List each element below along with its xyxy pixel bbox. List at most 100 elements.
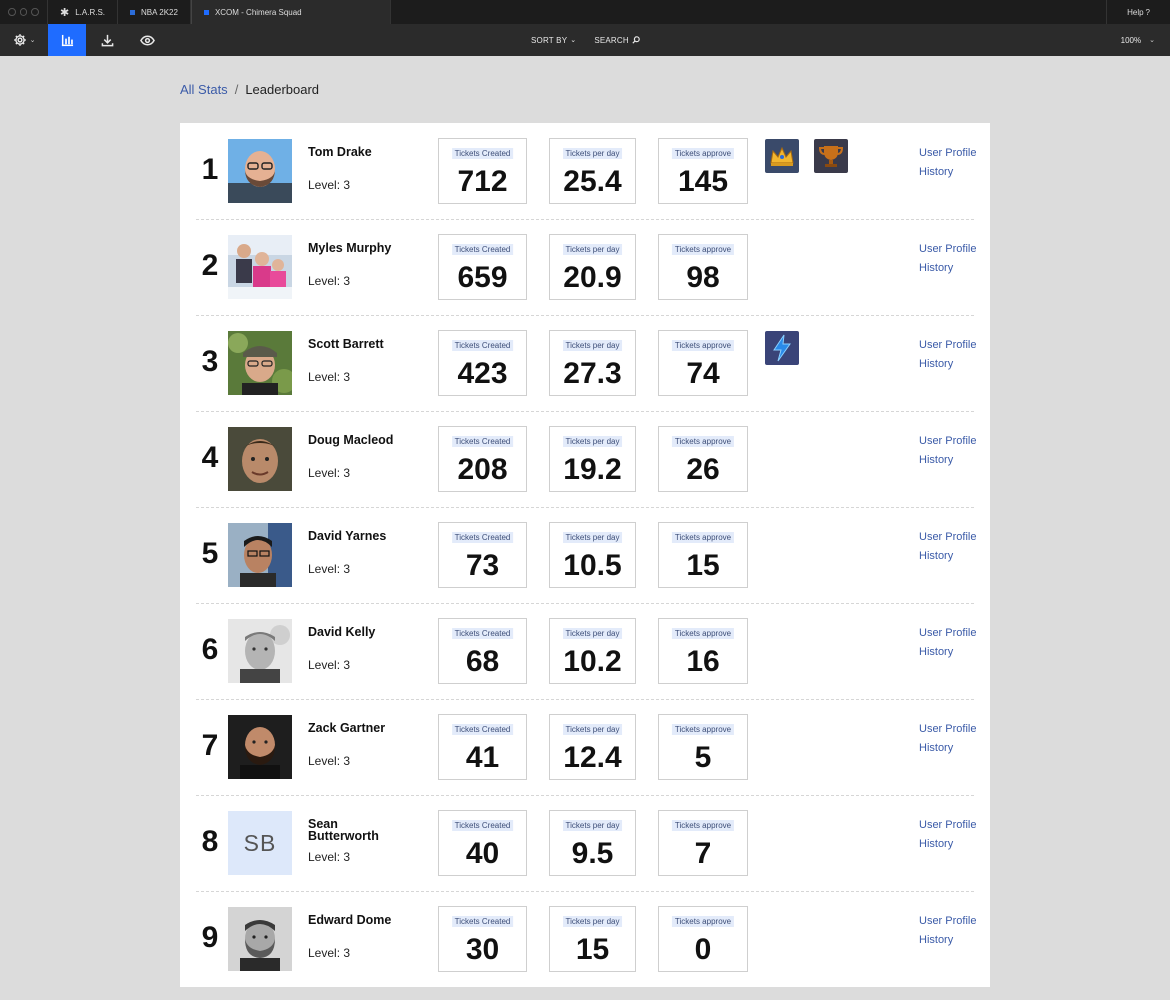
close-window-button[interactable] (8, 8, 16, 16)
stat-card: Tickets per day 15 (549, 906, 636, 972)
row-links: User Profile History (919, 723, 976, 754)
avatar (228, 715, 292, 779)
leaderboard-row: 8 SB Sean Butterworth Level: 3 Tickets Crea… (180, 795, 990, 892)
zoom-dropdown[interactable]: 100% ⌄ (1121, 24, 1155, 56)
user-profile-link[interactable]: User Profile (919, 723, 976, 735)
history-link[interactable]: History (919, 646, 976, 658)
view-button[interactable] (128, 24, 166, 56)
user-profile-link[interactable]: User Profile (919, 915, 976, 927)
stat-label: Tickets per day (562, 820, 623, 831)
avatar-initials: SB (228, 811, 292, 875)
leaderboard-row: 1 Tom Drake Level: 3 Tickets Created 712 T… (180, 123, 990, 220)
tab-color-icon (203, 9, 209, 15)
stat-card: Tickets Created 659 (438, 234, 527, 300)
stat-card: Tickets per day 12.4 (549, 714, 636, 780)
stat-label: Tickets Created (451, 820, 514, 831)
tab-lars[interactable]: ✱ L.A.R.S. (48, 0, 119, 24)
tab-xcom-chimera-squad[interactable]: XCOM - Chimera Squad (190, 0, 391, 24)
leaderboard-row: 6 David Kelly Level: 3 Tickets Created 68 … (180, 603, 990, 700)
stat-label: Tickets Created (451, 340, 514, 351)
stat-card: Tickets per day 19.2 (549, 426, 636, 492)
sort-by-dropdown[interactable]: SORT BY ⌄ (531, 36, 576, 45)
user-level: Level: 3 (308, 946, 351, 960)
stat-label: Tickets per day (562, 436, 623, 447)
user-name: Sean Butterworth (308, 817, 379, 843)
history-link[interactable]: History (919, 550, 976, 562)
stats-view-button[interactable] (48, 24, 86, 56)
stat-value: 712 (457, 165, 508, 198)
stat-card: Tickets approve 74 (658, 330, 748, 396)
history-link[interactable]: History (919, 838, 976, 850)
tab-nba-2k22[interactable]: NBA 2K22 (118, 0, 191, 24)
stat-card: Tickets Created 712 (438, 138, 527, 204)
stat-value: 208 (457, 453, 508, 486)
maximize-window-button[interactable] (31, 8, 40, 16)
minimize-window-button[interactable] (19, 8, 28, 16)
help-button[interactable]: Help ? (1106, 0, 1170, 24)
history-link[interactable]: History (919, 454, 976, 466)
trophy-badge-icon[interactable] (814, 139, 848, 173)
history-link[interactable]: History (919, 166, 976, 178)
stat-label: Tickets per day (562, 628, 623, 639)
stat-card: Tickets Created 41 (438, 714, 527, 780)
settings-button[interactable]: ⌄ (0, 24, 48, 56)
user-name: Doug Macleod (308, 433, 394, 447)
avatar (228, 907, 292, 971)
stat-card: Tickets approve 7 (658, 810, 748, 876)
user-profile-link[interactable]: User Profile (919, 531, 976, 543)
stat-label: Tickets approve (671, 244, 735, 255)
stat-value: 9.5 (571, 837, 614, 870)
stat-value: 30 (465, 933, 500, 966)
stat-value: 659 (457, 261, 508, 294)
stat-card: Tickets Created 40 (438, 810, 527, 876)
stat-label: Tickets per day (562, 532, 623, 543)
stat-value: 68 (465, 645, 500, 678)
eye-icon (139, 35, 155, 45)
stat-card: Tickets per day 27.3 (549, 330, 636, 396)
stat-card: Tickets approve 16 (658, 618, 748, 684)
lightning-badge-icon[interactable] (765, 331, 799, 365)
crown-badge-icon[interactable] (765, 139, 799, 173)
user-level: Level: 3 (308, 658, 351, 672)
user-profile-link[interactable]: User Profile (919, 339, 976, 351)
leaderboard-row: 5 David Yarnes Level: 3 Tickets Created 73… (180, 507, 990, 604)
stat-value: 19.2 (563, 453, 622, 486)
history-link[interactable]: History (919, 934, 976, 946)
user-profile-link[interactable]: User Profile (919, 435, 976, 447)
history-link[interactable]: History (919, 262, 976, 274)
user-profile-link[interactable]: User Profile (919, 819, 976, 831)
window-controls (0, 0, 48, 24)
user-name: Tom Drake (308, 145, 372, 159)
stat-value: 73 (465, 549, 500, 582)
leaderboard-row: 2 Myles Murphy Level: 3 Tickets Created 65… (180, 219, 990, 316)
avatar (228, 235, 292, 299)
rank-number: 1 (201, 153, 219, 186)
user-name: Zack Gartner (308, 721, 386, 735)
row-links: User Profile History (919, 243, 976, 274)
stat-label: Tickets approve (671, 820, 735, 831)
toolbar: ⌄ SORT BY ⌄ SEARCH 100% ⌄ (0, 24, 1170, 56)
user-profile-link[interactable]: User Profile (919, 147, 976, 159)
search-button[interactable]: SEARCH (594, 36, 640, 45)
stat-card: Tickets per day 25.4 (549, 138, 636, 204)
stat-value: 25.4 (563, 165, 622, 198)
chevron-down-icon: ⌄ (29, 37, 36, 44)
stat-value: 98 (686, 261, 720, 294)
user-profile-link[interactable]: User Profile (919, 627, 976, 639)
row-links: User Profile History (919, 627, 976, 658)
rank-number: 4 (201, 441, 219, 474)
user-name: David Yarnes (308, 529, 387, 543)
stat-card: Tickets approve 26 (658, 426, 748, 492)
stat-card: Tickets Created 208 (438, 426, 527, 492)
history-link[interactable]: History (919, 358, 976, 370)
toolbar-center: SORT BY ⌄ SEARCH (531, 24, 640, 56)
row-links: User Profile History (919, 339, 976, 370)
stat-label: Tickets approve (671, 724, 735, 735)
stat-card: Tickets Created 423 (438, 330, 527, 396)
user-profile-link[interactable]: User Profile (919, 243, 976, 255)
stat-label: Tickets per day (562, 916, 623, 927)
download-button[interactable] (88, 24, 126, 56)
history-link[interactable]: History (919, 742, 976, 754)
breadcrumb-all-stats-link[interactable]: All Stats (180, 82, 228, 97)
stat-card: Tickets approve 15 (658, 522, 748, 588)
